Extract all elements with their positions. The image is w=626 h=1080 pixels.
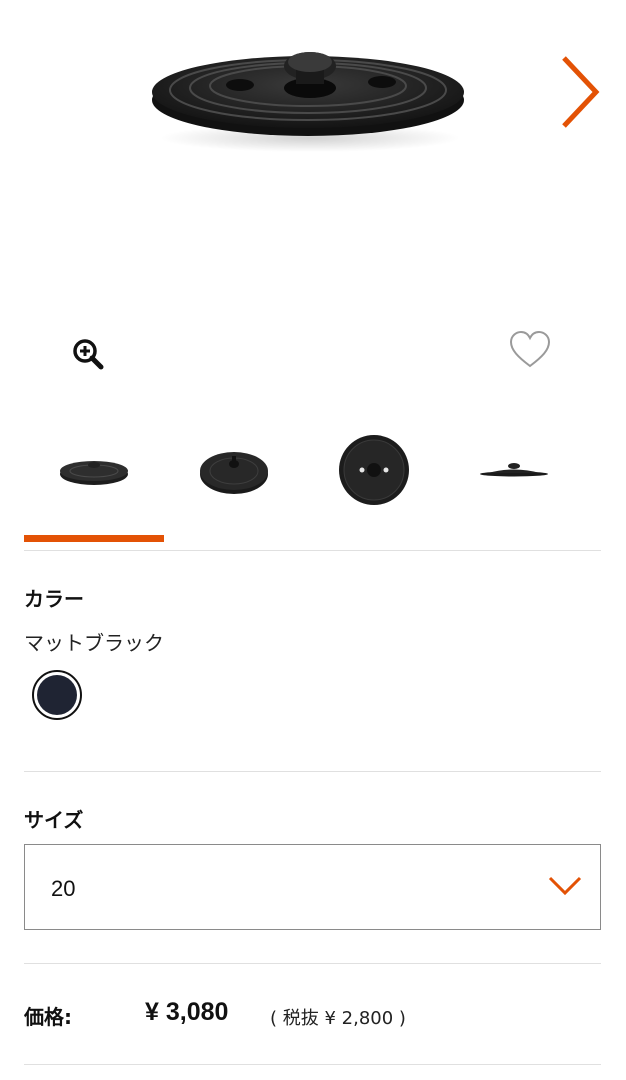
thumbnail-profile-view-image: [480, 463, 548, 477]
chevron-right-icon[interactable]: [556, 52, 604, 132]
product-lid-image: [152, 52, 464, 152]
price-value: ¥ 3,080: [145, 998, 229, 1026]
color-section-title: カラー: [24, 587, 84, 611]
thumbnail-gallery: [24, 420, 602, 544]
color-swatch-fill: [37, 675, 77, 715]
price-label: 価格:: [24, 1005, 72, 1029]
thumbnail-angled-view-image: [200, 452, 268, 494]
price-tax-excluded: ( 税抜 ¥ 2,800 ): [270, 1008, 406, 1029]
product-hero-image: [0, 0, 626, 300]
thumbnail-3[interactable]: [304, 420, 444, 520]
heart-outline-icon[interactable]: [508, 330, 552, 370]
thumbnail-top-view-image: [339, 435, 409, 505]
chevron-down-icon: [548, 876, 582, 896]
size-section-title: サイズ: [24, 808, 84, 832]
divider: [24, 963, 601, 964]
divider: [24, 550, 601, 551]
size-dropdown[interactable]: 20: [24, 844, 601, 930]
color-swatch-matte-black[interactable]: [32, 670, 82, 720]
zoom-in-icon[interactable]: [70, 336, 106, 372]
thumbnail-4[interactable]: [444, 420, 584, 520]
selected-color-name: マットブラック: [24, 631, 164, 655]
divider: [24, 771, 601, 772]
divider: [24, 1064, 601, 1065]
size-selected-value: 20: [51, 876, 76, 901]
thumbnail-2[interactable]: [164, 420, 304, 520]
thumbnail-side-view-image: [60, 461, 128, 485]
thumbnail-1[interactable]: [24, 420, 164, 520]
thumbnail-active-indicator: [24, 535, 164, 542]
